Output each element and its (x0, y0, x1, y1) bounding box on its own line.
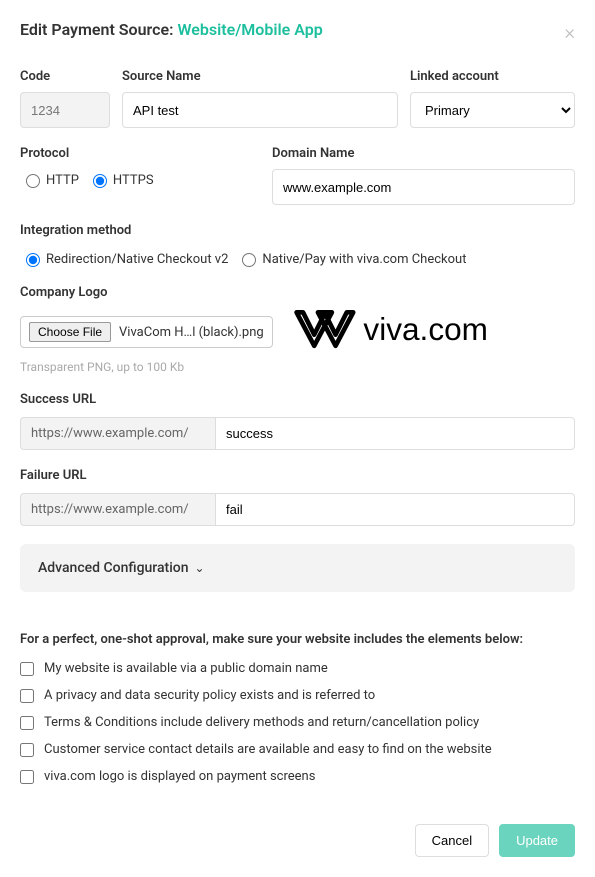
checklist-checkbox-3[interactable] (20, 743, 34, 757)
company-logo-row: Choose File VivaCom H…l (black).png viva… (20, 310, 575, 354)
failure-url-group: https://www.example.com/ (20, 493, 575, 526)
logo-hint: Transparent PNG, up to 100 Kb (20, 360, 575, 374)
svg-text:viva.com: viva.com (363, 311, 488, 347)
checklist-item-0[interactable]: My website is available via a public dom… (20, 661, 575, 676)
modal-header: Edit Payment Source: Website/Mobile App … (20, 20, 575, 44)
integration-opt2-option[interactable]: Native/Pay with viva.com Checkout (242, 252, 466, 267)
advanced-config-label: Advanced Configuration (38, 560, 189, 576)
protocol-https-option[interactable]: HTTPS (93, 173, 154, 188)
code-field: Code (20, 69, 110, 128)
protocol-http-option[interactable]: HTTP (26, 173, 79, 188)
domain-name-field: Domain Name (272, 146, 575, 205)
success-url-label: Success URL (20, 392, 575, 407)
success-url-input[interactable] (215, 417, 575, 450)
protocol-field: Protocol HTTP HTTPS (20, 146, 260, 205)
file-name: VivaCom H…l (black).png (119, 325, 264, 340)
checklist-item-3[interactable]: Customer service contact details are ava… (20, 742, 575, 757)
source-name-input[interactable] (122, 92, 398, 128)
code-input (20, 92, 110, 128)
failure-url-label: Failure URL (20, 468, 575, 483)
domain-name-label: Domain Name (272, 146, 575, 161)
checklist-checkbox-0[interactable] (20, 662, 34, 676)
checklist-label-1: A privacy and data security policy exist… (44, 688, 375, 703)
checklist-label-0: My website is available via a public dom… (44, 661, 328, 676)
integration-opt1-label: Redirection/Native Checkout v2 (46, 252, 228, 267)
checklist-label-4: viva.com logo is displayed on payment sc… (44, 769, 315, 784)
linked-account-select[interactable]: Primary (410, 92, 575, 128)
code-label: Code (20, 69, 110, 84)
checklist-checkbox-2[interactable] (20, 716, 34, 730)
source-name-field: Source Name (122, 69, 398, 128)
modal-footer: Cancel Update (20, 824, 575, 857)
success-url-group: https://www.example.com/ (20, 417, 575, 450)
protocol-http-radio[interactable] (26, 174, 40, 188)
failure-url-prefix: https://www.example.com/ (20, 493, 215, 526)
checklist-label-2: Terms & Conditions include delivery meth… (44, 715, 479, 730)
integration-opt2-radio[interactable] (242, 253, 256, 267)
update-button[interactable]: Update (499, 824, 575, 857)
checklist-item-1[interactable]: A privacy and data security policy exist… (20, 688, 575, 703)
checklist-item-4[interactable]: viva.com logo is displayed on payment sc… (20, 769, 575, 784)
domain-name-input[interactable] (272, 169, 575, 205)
protocol-label: Protocol (20, 146, 260, 161)
linked-account-field: Linked account Primary (410, 69, 575, 128)
chevron-down-icon: ⌄ (195, 561, 205, 575)
protocol-https-radio[interactable] (93, 174, 107, 188)
checklist-checkbox-4[interactable] (20, 770, 34, 784)
linked-account-label: Linked account (410, 69, 575, 84)
checklist: My website is available via a public dom… (20, 661, 575, 784)
file-input-box[interactable]: Choose File VivaCom H…l (black).png (20, 316, 273, 348)
integration-opt1-option[interactable]: Redirection/Native Checkout v2 (26, 252, 228, 267)
choose-file-button[interactable]: Choose File (29, 322, 111, 342)
integration-label: Integration method (20, 223, 575, 238)
cancel-button[interactable]: Cancel (415, 824, 489, 857)
source-name-label: Source Name (122, 69, 398, 84)
integration-opt1-radio[interactable] (26, 253, 40, 267)
integration-field: Integration method Redirection/Native Ch… (20, 223, 575, 267)
protocol-https-label: HTTPS (113, 173, 154, 188)
success-url-prefix: https://www.example.com/ (20, 417, 215, 450)
failure-url-input[interactable] (215, 493, 575, 526)
title-accent: Website/Mobile App (177, 20, 322, 39)
page-title: Edit Payment Source: Website/Mobile App (20, 20, 323, 39)
company-logo-label: Company Logo (20, 285, 575, 300)
close-icon[interactable]: × (565, 20, 575, 44)
checklist-item-2[interactable]: Terms & Conditions include delivery meth… (20, 715, 575, 730)
integration-opt2-label: Native/Pay with viva.com Checkout (262, 252, 466, 267)
checklist-label-3: Customer service contact details are ava… (44, 742, 492, 757)
protocol-http-label: HTTP (46, 173, 79, 188)
advanced-config-toggle[interactable]: Advanced Configuration ⌄ (20, 544, 575, 592)
title-prefix: Edit Payment Source: (20, 20, 177, 39)
checklist-checkbox-1[interactable] (20, 689, 34, 703)
checklist-heading: For a perfect, one-shot approval, make s… (20, 632, 575, 647)
viva-logo-icon: viva.com (291, 310, 575, 354)
